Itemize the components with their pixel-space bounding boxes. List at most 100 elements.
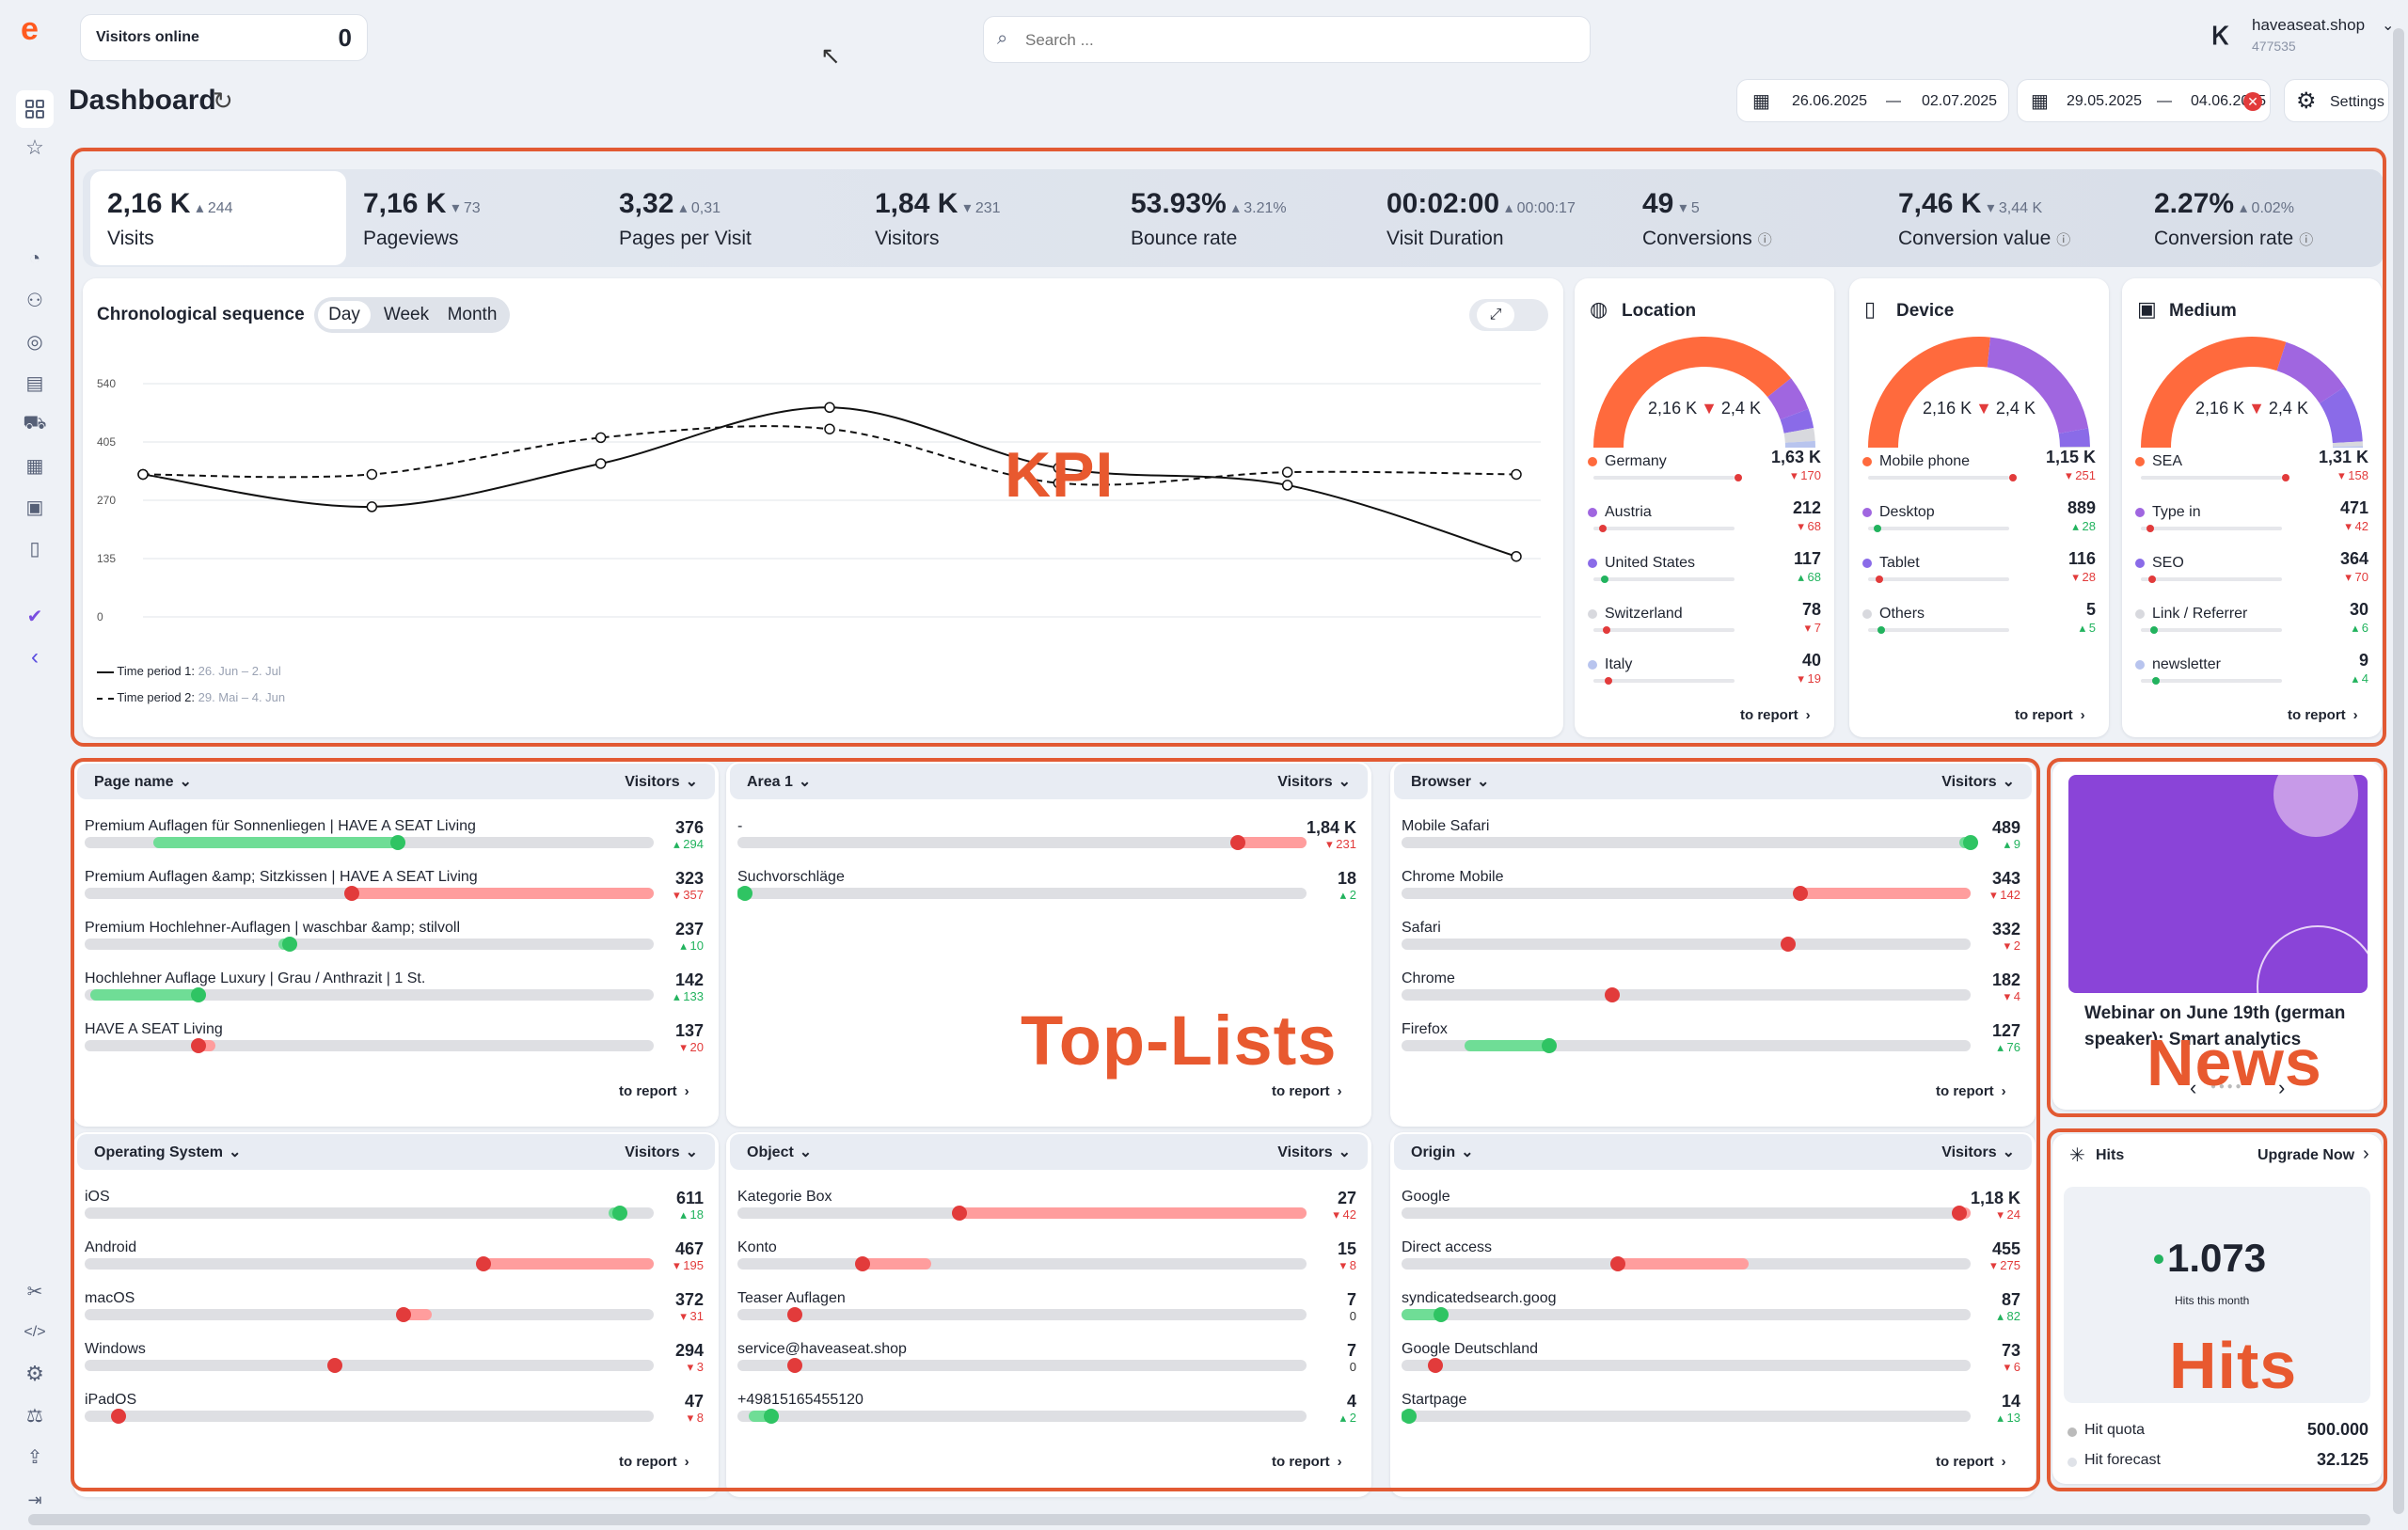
- toplist-dimension-select[interactable]: Object ⌄: [747, 1143, 812, 1161]
- chevron-right-icon[interactable]: ›: [2363, 1144, 2369, 1165]
- toplist-row[interactable]: Mobile Safari 489 ▴ 9: [1402, 818, 2020, 865]
- legend-item[interactable]: Desktop 889 ▴ 28: [1862, 498, 2096, 551]
- data-point[interactable]: [1281, 480, 1293, 491]
- toplist-row[interactable]: Hochlehner Auflage Luxury | Grau / Anthr…: [85, 970, 704, 1017]
- to-report-link[interactable]: to report ›: [1936, 1083, 2006, 1099]
- toplist-row[interactable]: Direct access 455 ▾ 275: [1402, 1239, 2020, 1286]
- kpi-tile[interactable]: 7,46 K ▾ 3,44 K Conversion value ⓘ: [1881, 171, 2137, 265]
- toplist-header[interactable]: Area 1 ⌄ Visitors ⌄: [730, 764, 1368, 799]
- data-point[interactable]: [824, 402, 835, 414]
- toplist-header[interactable]: Page name ⌄ Visitors ⌄: [77, 764, 715, 799]
- toplist-row[interactable]: Premium Auflagen für Sonnenliegen | HAVE…: [85, 818, 704, 865]
- gear-icon[interactable]: ⚙: [21, 1360, 49, 1388]
- toplist-dimension-select[interactable]: Origin ⌄: [1411, 1143, 1474, 1161]
- toplist-row[interactable]: -1,84 K ▾ 231: [737, 818, 1356, 865]
- toplist-metric-select[interactable]: Visitors ⌄: [1941, 1143, 2015, 1161]
- data-point[interactable]: [366, 468, 378, 481]
- toplist-row[interactable]: service@haveaseat.shop 7 0: [737, 1341, 1356, 1388]
- toplist-row[interactable]: Teaser Auflagen 7 0: [737, 1290, 1356, 1337]
- kpi-tile[interactable]: 2.27% ▴ 0.02% Conversion rate ⓘ: [2137, 171, 2393, 265]
- kpi-tile[interactable]: 00:02:00 ▴ 00:00:17 Visit Duration: [1370, 171, 1625, 265]
- horizontal-scrollbar[interactable]: [28, 1514, 2370, 1525]
- to-report-link[interactable]: to report ›: [619, 1454, 689, 1470]
- layout-icon[interactable]: ▣: [21, 493, 49, 521]
- toplist-row[interactable]: Google Deutschland 73 ▾ 6: [1402, 1341, 2020, 1388]
- data-point[interactable]: [366, 501, 378, 513]
- toplist-row[interactable]: Windows 294 ▾ 3: [85, 1341, 704, 1388]
- toplist-row[interactable]: Premium Hochlehner-Auflagen | waschbar &…: [85, 920, 704, 967]
- share-icon[interactable]: ⇪: [21, 1443, 49, 1471]
- toplist-row[interactable]: +49815165455120 4 ▴ 2: [737, 1392, 1356, 1439]
- toplist-row[interactable]: Android 467 ▾ 195: [85, 1239, 704, 1286]
- donut-segment[interactable]: [1987, 337, 2089, 434]
- app-logo[interactable]: e: [21, 11, 39, 48]
- fingerprint-icon[interactable]: ◎: [21, 327, 49, 355]
- news-banner-image[interactable]: [2068, 775, 2368, 993]
- info-icon[interactable]: ⓘ: [2056, 232, 2070, 248]
- toplist-header[interactable]: Browser ⌄ Visitors ⌄: [1394, 764, 2032, 799]
- toplist-row[interactable]: Startpage 14 ▴ 13: [1402, 1392, 2020, 1439]
- back-arrow-icon[interactable]: ‹: [21, 643, 49, 671]
- tools-icon[interactable]: ✂: [21, 1277, 49, 1305]
- upgrade-now-link[interactable]: Upgrade Now: [2258, 1147, 2354, 1164]
- report-icon[interactable]: ▦: [21, 451, 49, 480]
- data-point[interactable]: [594, 458, 607, 469]
- toplist-header[interactable]: Object ⌄ Visitors ⌄: [730, 1134, 1368, 1170]
- toplist-row[interactable]: Google 1,18 K ▾ 24: [1402, 1189, 2020, 1236]
- legend-item[interactable]: Link / Referrer 30 ▴ 6: [2135, 600, 2368, 653]
- donut-segment[interactable]: [2141, 336, 2287, 448]
- toplist-row[interactable]: Chrome Mobile 343 ▾ 142: [1402, 869, 2020, 916]
- refresh-icon[interactable]: ↻: [213, 87, 233, 116]
- to-report-link[interactable]: to report ›: [1936, 1454, 2006, 1470]
- kpi-tile[interactable]: 3,32 ▴ 0,31 Pages per Visit: [602, 171, 858, 265]
- toplist-row[interactable]: Konto 15 ▾ 8: [737, 1239, 1356, 1286]
- legend-item[interactable]: Type in 471 ▾ 42: [2135, 498, 2368, 551]
- data-point[interactable]: [1511, 468, 1522, 481]
- legend-item[interactable]: Others 5 ▴ 5: [1862, 600, 2096, 653]
- data-point[interactable]: [137, 468, 149, 481]
- pie-chart-icon[interactable]: ◔: [21, 244, 49, 273]
- scale-icon[interactable]: ⚖: [21, 1401, 49, 1429]
- to-report-link[interactable]: to report ›: [1272, 1083, 1342, 1099]
- legend-item[interactable]: Switzerland 78 ▾ 7: [1588, 600, 1821, 653]
- toplist-metric-select[interactable]: Visitors ⌄: [625, 772, 698, 791]
- donut-segment[interactable]: [1868, 336, 1990, 448]
- kpi-tile[interactable]: 2,16 K ▴ 244 Visits: [90, 171, 346, 265]
- toplist-dimension-select[interactable]: Operating System ⌄: [94, 1143, 241, 1161]
- document-icon[interactable]: ▤: [21, 369, 49, 397]
- to-report-link[interactable]: to report ›: [2288, 707, 2358, 723]
- toplist-metric-select[interactable]: Visitors ⌄: [1277, 772, 1351, 791]
- logout-icon[interactable]: ⇥: [21, 1486, 49, 1514]
- toplist-metric-select[interactable]: Visitors ⌄: [1277, 1143, 1351, 1161]
- toplist-dimension-select[interactable]: Page name ⌄: [94, 772, 192, 791]
- mobile-icon[interactable]: ▯: [21, 534, 49, 562]
- data-point[interactable]: [1511, 550, 1522, 562]
- toplist-row[interactable]: HAVE A SEAT Living 137 ▾ 20: [85, 1021, 704, 1068]
- toplist-row[interactable]: Chrome 182 ▾ 4: [1402, 970, 2020, 1017]
- toplist-row[interactable]: macOS 372 ▾ 31: [85, 1290, 704, 1337]
- toplist-metric-select[interactable]: Visitors ⌄: [625, 1143, 698, 1161]
- star-icon[interactable]: ☆: [21, 134, 49, 162]
- legend-item[interactable]: Italy 40 ▾ 19: [1588, 651, 1821, 703]
- data-point[interactable]: [594, 432, 607, 444]
- to-report-link[interactable]: to report ›: [1740, 707, 1811, 723]
- to-report-link[interactable]: to report ›: [619, 1083, 689, 1099]
- donut-segment[interactable]: [1593, 337, 1792, 448]
- dashboard-icon[interactable]: [16, 90, 54, 128]
- to-report-link[interactable]: to report ›: [1272, 1454, 1342, 1470]
- data-point[interactable]: [824, 423, 835, 434]
- cart-icon[interactable]: ⛟: [21, 410, 49, 438]
- legend-item[interactable]: United States 117 ▴ 68: [1588, 549, 1821, 602]
- clear-compare-icon[interactable]: ✕: [2243, 92, 2262, 111]
- toplist-header[interactable]: Origin ⌄ Visitors ⌄: [1394, 1134, 2032, 1170]
- info-icon[interactable]: ⓘ: [2299, 232, 2313, 248]
- toplist-dimension-select[interactable]: Browser ⌄: [1411, 772, 1489, 791]
- data-point[interactable]: [1281, 466, 1293, 478]
- info-icon[interactable]: ⓘ: [1758, 232, 1772, 248]
- toplist-row[interactable]: syndicatedsearch.goog 87 ▴ 82: [1402, 1290, 2020, 1337]
- vertical-scrollbar[interactable]: [2393, 28, 2404, 1514]
- kpi-tile[interactable]: 7,16 K ▾ 73 Pageviews: [346, 171, 602, 265]
- legend-item[interactable]: Mobile phone 1,15 K ▾ 251: [1862, 448, 2096, 500]
- to-report-link[interactable]: to report ›: [2015, 707, 2085, 723]
- legend-item[interactable]: newsletter 9 ▴ 4: [2135, 651, 2368, 703]
